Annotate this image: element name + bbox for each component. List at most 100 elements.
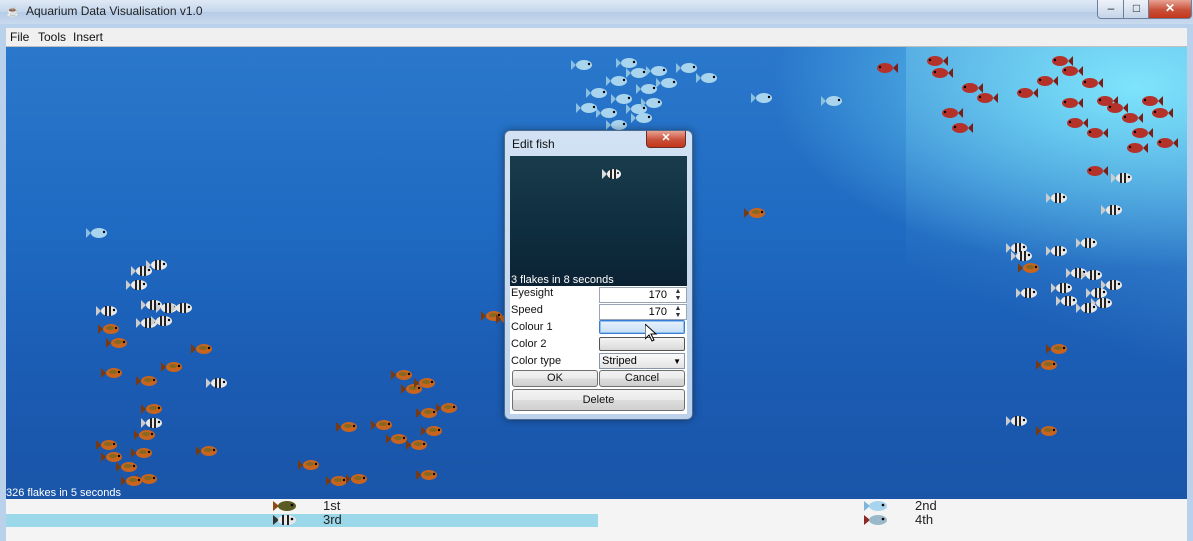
- striped-fish-icon[interactable]: [151, 315, 173, 327]
- striped-fish-icon[interactable]: [1076, 237, 1098, 249]
- orange-fish-icon[interactable]: [386, 433, 408, 445]
- eyesight-spinner[interactable]: 170 ▲ ▼: [599, 287, 687, 303]
- minimize-button[interactable]: –: [1097, 0, 1125, 19]
- blue-fish-icon[interactable]: [676, 62, 698, 74]
- orange-fish-icon[interactable]: [96, 439, 118, 451]
- striped-fish-icon[interactable]: [1101, 279, 1123, 291]
- red-fish-icon[interactable]: [1151, 107, 1173, 119]
- maximize-button[interactable]: □: [1123, 0, 1150, 19]
- blue-fish-icon[interactable]: [641, 97, 663, 109]
- striped-fish-icon[interactable]: [141, 417, 163, 429]
- striped-fish-icon[interactable]: [206, 377, 228, 389]
- blue-fish-icon[interactable]: [821, 95, 843, 107]
- delete-button[interactable]: Delete: [512, 389, 685, 411]
- orange-fish-icon[interactable]: [116, 461, 138, 473]
- orange-fish-icon[interactable]: [196, 445, 218, 457]
- orange-fish-icon[interactable]: [101, 367, 123, 379]
- blue-fish-icon[interactable]: [606, 75, 628, 87]
- ok-button[interactable]: OK: [512, 370, 598, 387]
- red-fish-icon[interactable]: [1126, 142, 1148, 154]
- orange-fish-icon[interactable]: [346, 473, 368, 485]
- striped-fish-icon[interactable]: [1081, 269, 1103, 281]
- striped-fish-icon[interactable]: [1101, 204, 1123, 216]
- blue-fish-icon[interactable]: [696, 72, 718, 84]
- red-fish-icon[interactable]: [1141, 95, 1163, 107]
- speed-spinner[interactable]: 170 ▲ ▼: [599, 304, 687, 320]
- colour1-button[interactable]: [599, 320, 685, 334]
- red-fish-icon[interactable]: [1086, 165, 1108, 177]
- red-fish-icon[interactable]: [926, 55, 948, 67]
- striped-fish-icon[interactable]: [1046, 192, 1068, 204]
- striped-fish-icon[interactable]: [126, 279, 148, 291]
- menu-file[interactable]: File: [10, 30, 29, 44]
- striped-fish-icon[interactable]: [1016, 287, 1038, 299]
- blue-fish-icon[interactable]: [86, 227, 108, 239]
- close-button[interactable]: ✕: [1148, 0, 1192, 19]
- color2-button[interactable]: [599, 337, 685, 351]
- orange-fish-icon[interactable]: [98, 323, 120, 335]
- orange-fish-icon[interactable]: [744, 207, 766, 219]
- orange-fish-icon[interactable]: [414, 377, 436, 389]
- color-type-select[interactable]: Striped ▼: [599, 353, 685, 369]
- red-fish-icon[interactable]: [1066, 117, 1088, 129]
- blue-fish-icon[interactable]: [751, 92, 773, 104]
- blue-fish-icon[interactable]: [656, 77, 678, 89]
- red-fish-icon[interactable]: [1156, 137, 1178, 149]
- red-fish-icon[interactable]: [1061, 65, 1083, 77]
- orange-fish-icon[interactable]: [416, 407, 438, 419]
- orange-fish-icon[interactable]: [1036, 425, 1058, 437]
- orange-fish-icon[interactable]: [298, 459, 320, 471]
- orange-fish-icon[interactable]: [421, 425, 443, 437]
- red-fish-icon[interactable]: [976, 92, 998, 104]
- orange-fish-icon[interactable]: [1036, 359, 1058, 371]
- striped-fish-icon[interactable]: [1006, 415, 1028, 427]
- orange-fish-icon[interactable]: [134, 429, 156, 441]
- blue-fish-icon[interactable]: [586, 87, 608, 99]
- striped-fish-icon[interactable]: [146, 259, 168, 271]
- red-fish-icon[interactable]: [1086, 127, 1108, 139]
- speed-value[interactable]: 170: [649, 305, 667, 319]
- blue-fish-icon[interactable]: [626, 67, 648, 79]
- orange-fish-icon[interactable]: [106, 337, 128, 349]
- orange-fish-icon[interactable]: [436, 402, 458, 414]
- red-fish-icon[interactable]: [1121, 112, 1143, 124]
- orange-fish-icon[interactable]: [191, 343, 213, 355]
- striped-fish-icon[interactable]: [1051, 282, 1073, 294]
- dialog-close-button[interactable]: ✕: [646, 131, 686, 148]
- red-fish-icon[interactable]: [1016, 87, 1038, 99]
- cancel-button[interactable]: Cancel: [599, 370, 685, 387]
- orange-fish-icon[interactable]: [336, 421, 358, 433]
- spinner-arrows-icon[interactable]: ▲ ▼: [671, 305, 685, 319]
- blue-fish-icon[interactable]: [576, 102, 598, 114]
- orange-fish-icon[interactable]: [326, 475, 348, 487]
- blue-fish-icon[interactable]: [596, 107, 618, 119]
- orange-fish-icon[interactable]: [141, 403, 163, 415]
- orange-fish-icon[interactable]: [416, 469, 438, 481]
- red-fish-icon[interactable]: [941, 107, 963, 119]
- striped-fish-icon[interactable]: [171, 302, 193, 314]
- striped-fish-icon[interactable]: [1046, 245, 1068, 257]
- blue-fish-icon[interactable]: [631, 112, 653, 124]
- red-fish-icon[interactable]: [951, 122, 973, 134]
- orange-fish-icon[interactable]: [131, 447, 153, 459]
- red-fish-icon[interactable]: [1081, 77, 1103, 89]
- title-bar[interactable]: ☕ Aquarium Data Visualisation v1.0 – □ ✕: [0, 0, 1193, 24]
- orange-fish-icon[interactable]: [136, 375, 158, 387]
- menu-insert[interactable]: Insert: [73, 30, 103, 44]
- orange-fish-icon[interactable]: [1046, 343, 1068, 355]
- blue-fish-icon[interactable]: [571, 59, 593, 71]
- blue-fish-icon[interactable]: [646, 65, 668, 77]
- blue-fish-icon[interactable]: [636, 83, 658, 95]
- red-fish-icon[interactable]: [931, 67, 953, 79]
- spinner-arrows-icon[interactable]: ▲ ▼: [671, 288, 685, 302]
- orange-fish-icon[interactable]: [391, 369, 413, 381]
- striped-fish-icon[interactable]: [1011, 250, 1033, 262]
- striped-fish-icon[interactable]: [1076, 302, 1098, 314]
- red-fish-icon[interactable]: [1036, 75, 1058, 87]
- orange-fish-icon[interactable]: [406, 439, 428, 451]
- red-fish-icon[interactable]: [876, 62, 898, 74]
- red-fish-icon[interactable]: [1061, 97, 1083, 109]
- orange-fish-icon[interactable]: [371, 419, 393, 431]
- orange-fish-icon[interactable]: [1018, 262, 1040, 274]
- red-fish-icon[interactable]: [1131, 127, 1153, 139]
